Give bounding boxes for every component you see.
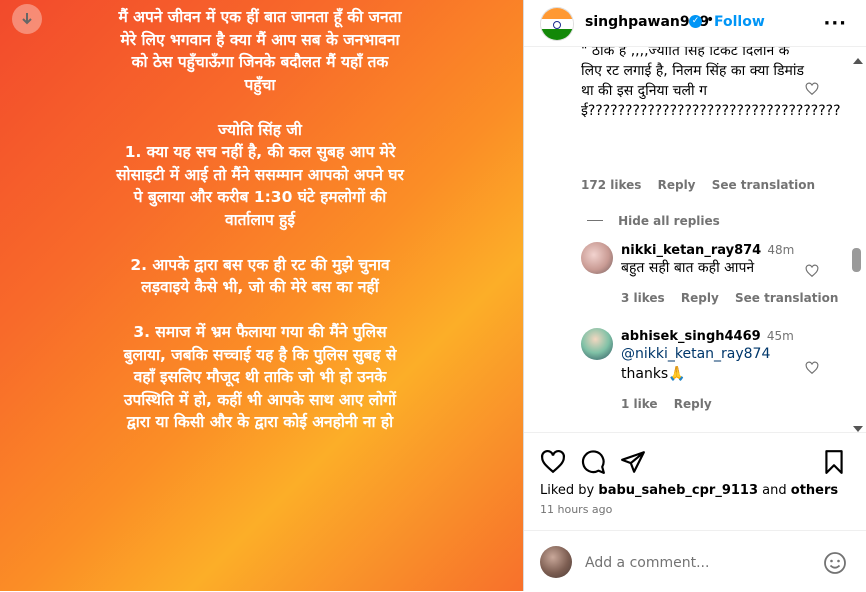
reply-text: बहुत सही बात कही आपने (621, 260, 755, 276)
add-comment-bar: Add a comment... (524, 530, 866, 592)
post-image: मैं अपने जीवन में एक हीं बात जानता हूँ क… (0, 0, 523, 591)
reply-username[interactable]: abhisek_singh4469 (621, 329, 761, 344)
liked-by-mid: and (762, 483, 787, 498)
divider-line (587, 220, 603, 221)
emoji-icon[interactable] (823, 551, 847, 575)
instagram-post-window: मैं अपने जीवन में एक हीं बात जानता हूँ क… (0, 0, 866, 591)
comments-list[interactable]: " ठीक है ,,,,ज्योति सिंह टिकट दिलाने के … (524, 47, 866, 432)
likes-summary: Liked by babu_saheb_cpr_9113 and others (540, 483, 838, 498)
save-bookmark-icon[interactable] (821, 449, 847, 475)
avatar[interactable] (540, 546, 572, 578)
more-options-icon[interactable]: ··· (823, 13, 847, 34)
reply-button[interactable]: Reply (681, 291, 719, 305)
reply-username[interactable]: nikki_ketan_ray874 (621, 243, 761, 258)
like-comment-heart-icon[interactable] (805, 81, 819, 96)
reply-text: thanks🙏 (621, 366, 686, 382)
reply-comment: nikki_ketan_ray874 48m बहुत सही बात कही … (621, 243, 821, 278)
comment: " ठीक है ,,,,ज्योति सिंह टिकट दिलाने के … (581, 47, 841, 121)
avatar[interactable] (581, 242, 613, 274)
scroll-up-arrow-icon[interactable] (853, 58, 863, 64)
reply-mention[interactable]: @nikki_ketan_ray874 (621, 344, 821, 364)
post-actions (524, 432, 866, 475)
like-heart-icon[interactable] (540, 449, 566, 475)
share-icon[interactable] (620, 449, 646, 475)
post-sidebar: singhpawan999 ✓ • Follow ··· " ठीक है ,,… (523, 0, 866, 591)
comment-meta: 172 likes Reply See translation (581, 178, 827, 192)
reply-likes[interactable]: 3 likes (621, 291, 665, 305)
like-reply-heart-icon[interactable] (805, 263, 819, 278)
reply-meta: 3 likes Reply See translation (621, 291, 850, 305)
post-header: singhpawan999 ✓ • Follow ··· (524, 0, 866, 47)
comment-icon[interactable] (580, 449, 606, 475)
post-image-text: मैं अपने जीवन में एक हीं बात जानता हूँ क… (116, 8, 404, 431)
liked-by-user[interactable]: babu_saheb_cpr_9113 (598, 483, 758, 498)
arrow-down-icon (22, 13, 32, 25)
reply-button[interactable]: Reply (658, 178, 696, 192)
reply-button[interactable]: Reply (674, 397, 712, 411)
verified-icon: ✓ (689, 15, 702, 28)
reply-time: 48m (767, 243, 795, 257)
comment-text: " ठीक है ,,,,ज्योति सिंह टिकट दिलाने के … (581, 47, 841, 119)
comments-scrollbar[interactable] (851, 52, 863, 432)
see-translation-button[interactable]: See translation (735, 291, 838, 305)
reply-comment: abhisek_singh4469 45m @nikki_ketan_ray87… (621, 329, 821, 384)
scrollbar-thumb[interactable] (852, 248, 861, 272)
see-translation-button[interactable]: See translation (712, 178, 815, 192)
reply-meta: 1 like Reply (621, 397, 724, 411)
add-comment-input[interactable]: Add a comment... (585, 555, 709, 571)
hide-replies-label: Hide all replies (618, 214, 720, 228)
liked-by-prefix: Liked by (540, 483, 595, 498)
avatar[interactable] (540, 7, 574, 41)
reply-likes[interactable]: 1 like (621, 397, 658, 411)
hide-replies-button[interactable]: Hide all replies (587, 210, 720, 229)
like-reply-heart-icon[interactable] (805, 360, 819, 375)
reply-time: 45m (766, 329, 794, 343)
comment-likes[interactable]: 172 likes (581, 178, 641, 192)
avatar[interactable] (581, 328, 613, 360)
post-timestamp[interactable]: 11 hours ago (540, 503, 612, 516)
liked-by-others[interactable]: others (791, 483, 838, 498)
follow-button[interactable]: Follow (714, 14, 765, 30)
download-button[interactable] (12, 4, 42, 34)
